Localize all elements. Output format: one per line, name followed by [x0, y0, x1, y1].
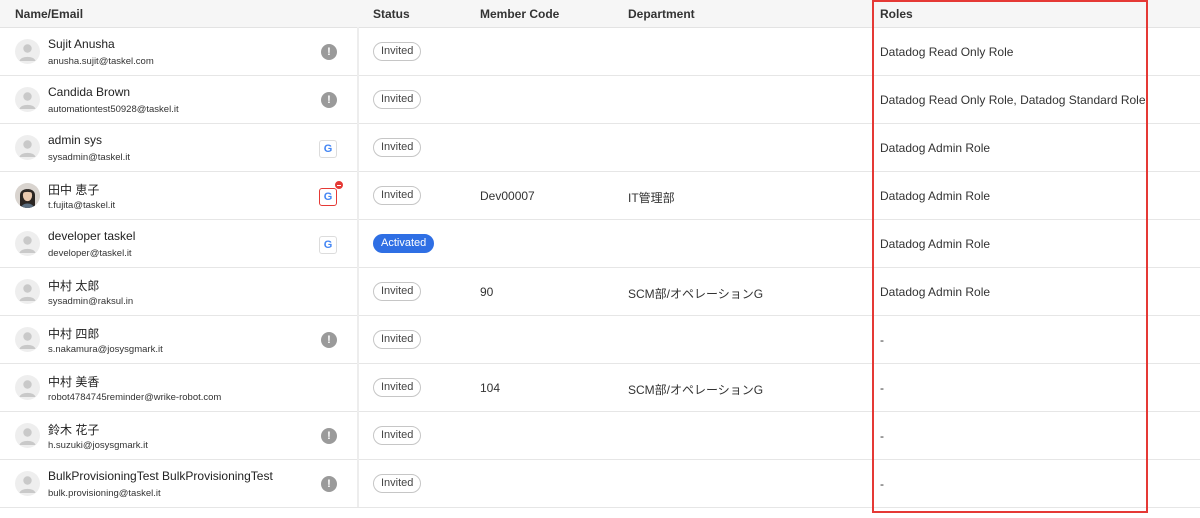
status-badge: Invited: [373, 42, 422, 61]
table-row[interactable]: Sujit Anusha anusha.sujit@taskel.com! Invi…: [0, 28, 1200, 76]
roles: Datadog Admin Role: [880, 141, 991, 155]
roles: Datadog Admin Role: [880, 189, 991, 203]
column-header-name-email[interactable]: Name/Email: [15, 7, 83, 21]
google-g-glyph: G: [323, 239, 333, 251]
user-email: sysadmin@raksul.in: [48, 296, 134, 307]
table-row[interactable]: admin sys sysadmin@taskel.it G Invited Datad…: [0, 124, 1200, 172]
status-badge: Invited: [373, 138, 422, 157]
warning-icon[interactable]: !: [321, 476, 337, 492]
roles: -: [880, 477, 884, 491]
user-name: admin sys: [48, 133, 103, 147]
user-name: BulkProvisioningTest BulkProvisioningTes…: [48, 469, 273, 483]
avatar: [15, 39, 40, 64]
avatar: [15, 423, 40, 448]
user-name: 中村 太郎: [48, 279, 100, 293]
status-badge: Invited: [373, 330, 422, 349]
roles: Datadog Read Only Role: [880, 45, 1014, 59]
avatar: [15, 375, 40, 400]
avatar: [15, 471, 40, 496]
member-code: Dev00007: [480, 189, 535, 203]
user-email: robot4784745reminder@wrike-robot.com: [48, 392, 222, 403]
user-name: developer taskel: [48, 229, 136, 243]
google-icon[interactable]: G: [319, 236, 337, 254]
member-code: 104: [480, 381, 501, 395]
column-header-status[interactable]: Status: [373, 7, 410, 21]
avatar: [15, 231, 40, 256]
warning-icon[interactable]: !: [321, 44, 337, 60]
status-badge: Invited: [373, 474, 422, 493]
user-email: s.nakamura@josysgmark.it: [48, 344, 163, 355]
user-email: anusha.sujit@taskel.com: [48, 56, 154, 67]
table-row[interactable]: developer taskel developer@taskel.it G Acti…: [0, 220, 1200, 268]
table-row[interactable]: BulkProvisioningTest BulkProvisioningTes…: [0, 460, 1200, 508]
table-row[interactable]: 中村 四郎 s.nakamura@josysgmark.it! Invited -: [0, 316, 1200, 364]
roles: Datadog Admin Role: [880, 285, 991, 299]
warning-icon[interactable]: !: [321, 332, 337, 348]
avatar: [15, 183, 40, 208]
department: IT管理部: [628, 191, 675, 205]
user-name: Sujit Anusha: [48, 37, 115, 51]
avatar: [15, 327, 40, 352]
warning-icon[interactable]: !: [321, 92, 337, 108]
user-email: automationtest50928@taskel.it: [48, 104, 179, 115]
user-email: t.fujita@taskel.it: [48, 200, 116, 211]
google-icon[interactable]: G: [319, 140, 337, 158]
table-row[interactable]: 鈴木 花子 h.suzuki@josysgmark.it! Invited -: [0, 412, 1200, 460]
avatar: [15, 87, 40, 112]
warning-icon[interactable]: !: [321, 428, 337, 444]
table-row[interactable]: Candida Brown automationtest50928@taskel.…: [0, 76, 1200, 124]
google-g-glyph: G: [323, 191, 333, 203]
status-badge: Invited: [373, 282, 422, 301]
status-badge: Invited: [373, 378, 422, 397]
remove-badge-icon[interactable]: [334, 180, 344, 190]
roles: -: [880, 381, 884, 395]
roles: Datadog Admin Role: [880, 237, 991, 251]
user-name: 中村 美香: [48, 375, 100, 389]
status-badge: Invited: [373, 186, 422, 205]
user-email: bulk.provisioning@taskel.it: [48, 488, 161, 499]
google-g-glyph: G: [323, 143, 333, 155]
google-alert-icon[interactable]: G: [319, 188, 337, 206]
table-header: Name/Email Status Member Code Department…: [0, 0, 1200, 28]
status-badge: Invited: [373, 426, 422, 445]
roles: -: [880, 429, 884, 443]
user-email: developer@taskel.it: [48, 248, 132, 259]
member-code: 90: [480, 285, 494, 299]
table-row[interactable]: 中村 太郎 sysadmin@raksul.in Invited 90 SCM部/オペレ…: [0, 268, 1200, 316]
user-email: sysadmin@taskel.it: [48, 152, 130, 163]
avatar: [15, 279, 40, 304]
user-name: Candida Brown: [48, 85, 131, 99]
table-row[interactable]: 中村 美香 robot4784745reminder@wrike-robot.co…: [0, 364, 1200, 412]
table-row[interactable]: 田中 恵子 t.fujita@taskel.it G Invited Dev00007 I…: [0, 172, 1200, 220]
user-name: 中村 四郎: [48, 327, 100, 341]
user-name: 鈴木 花子: [48, 423, 100, 437]
column-divider: [357, 27, 359, 507]
column-header-roles[interactable]: Roles: [880, 7, 913, 21]
user-email: h.suzuki@josysgmark.it: [48, 440, 148, 451]
department: SCM部/オペレーションG: [628, 287, 764, 301]
avatar: [15, 135, 40, 160]
status-badge: Invited: [373, 90, 422, 109]
status-badge: Activated: [373, 234, 435, 253]
department: SCM部/オペレーションG: [628, 383, 764, 397]
roles: -: [880, 333, 884, 347]
column-header-member-code[interactable]: Member Code: [480, 7, 559, 21]
roles: Datadog Read Only Role, Datadog Standard…: [880, 93, 1146, 107]
user-name: 田中 恵子: [48, 183, 100, 197]
column-header-department[interactable]: Department: [628, 7, 695, 21]
